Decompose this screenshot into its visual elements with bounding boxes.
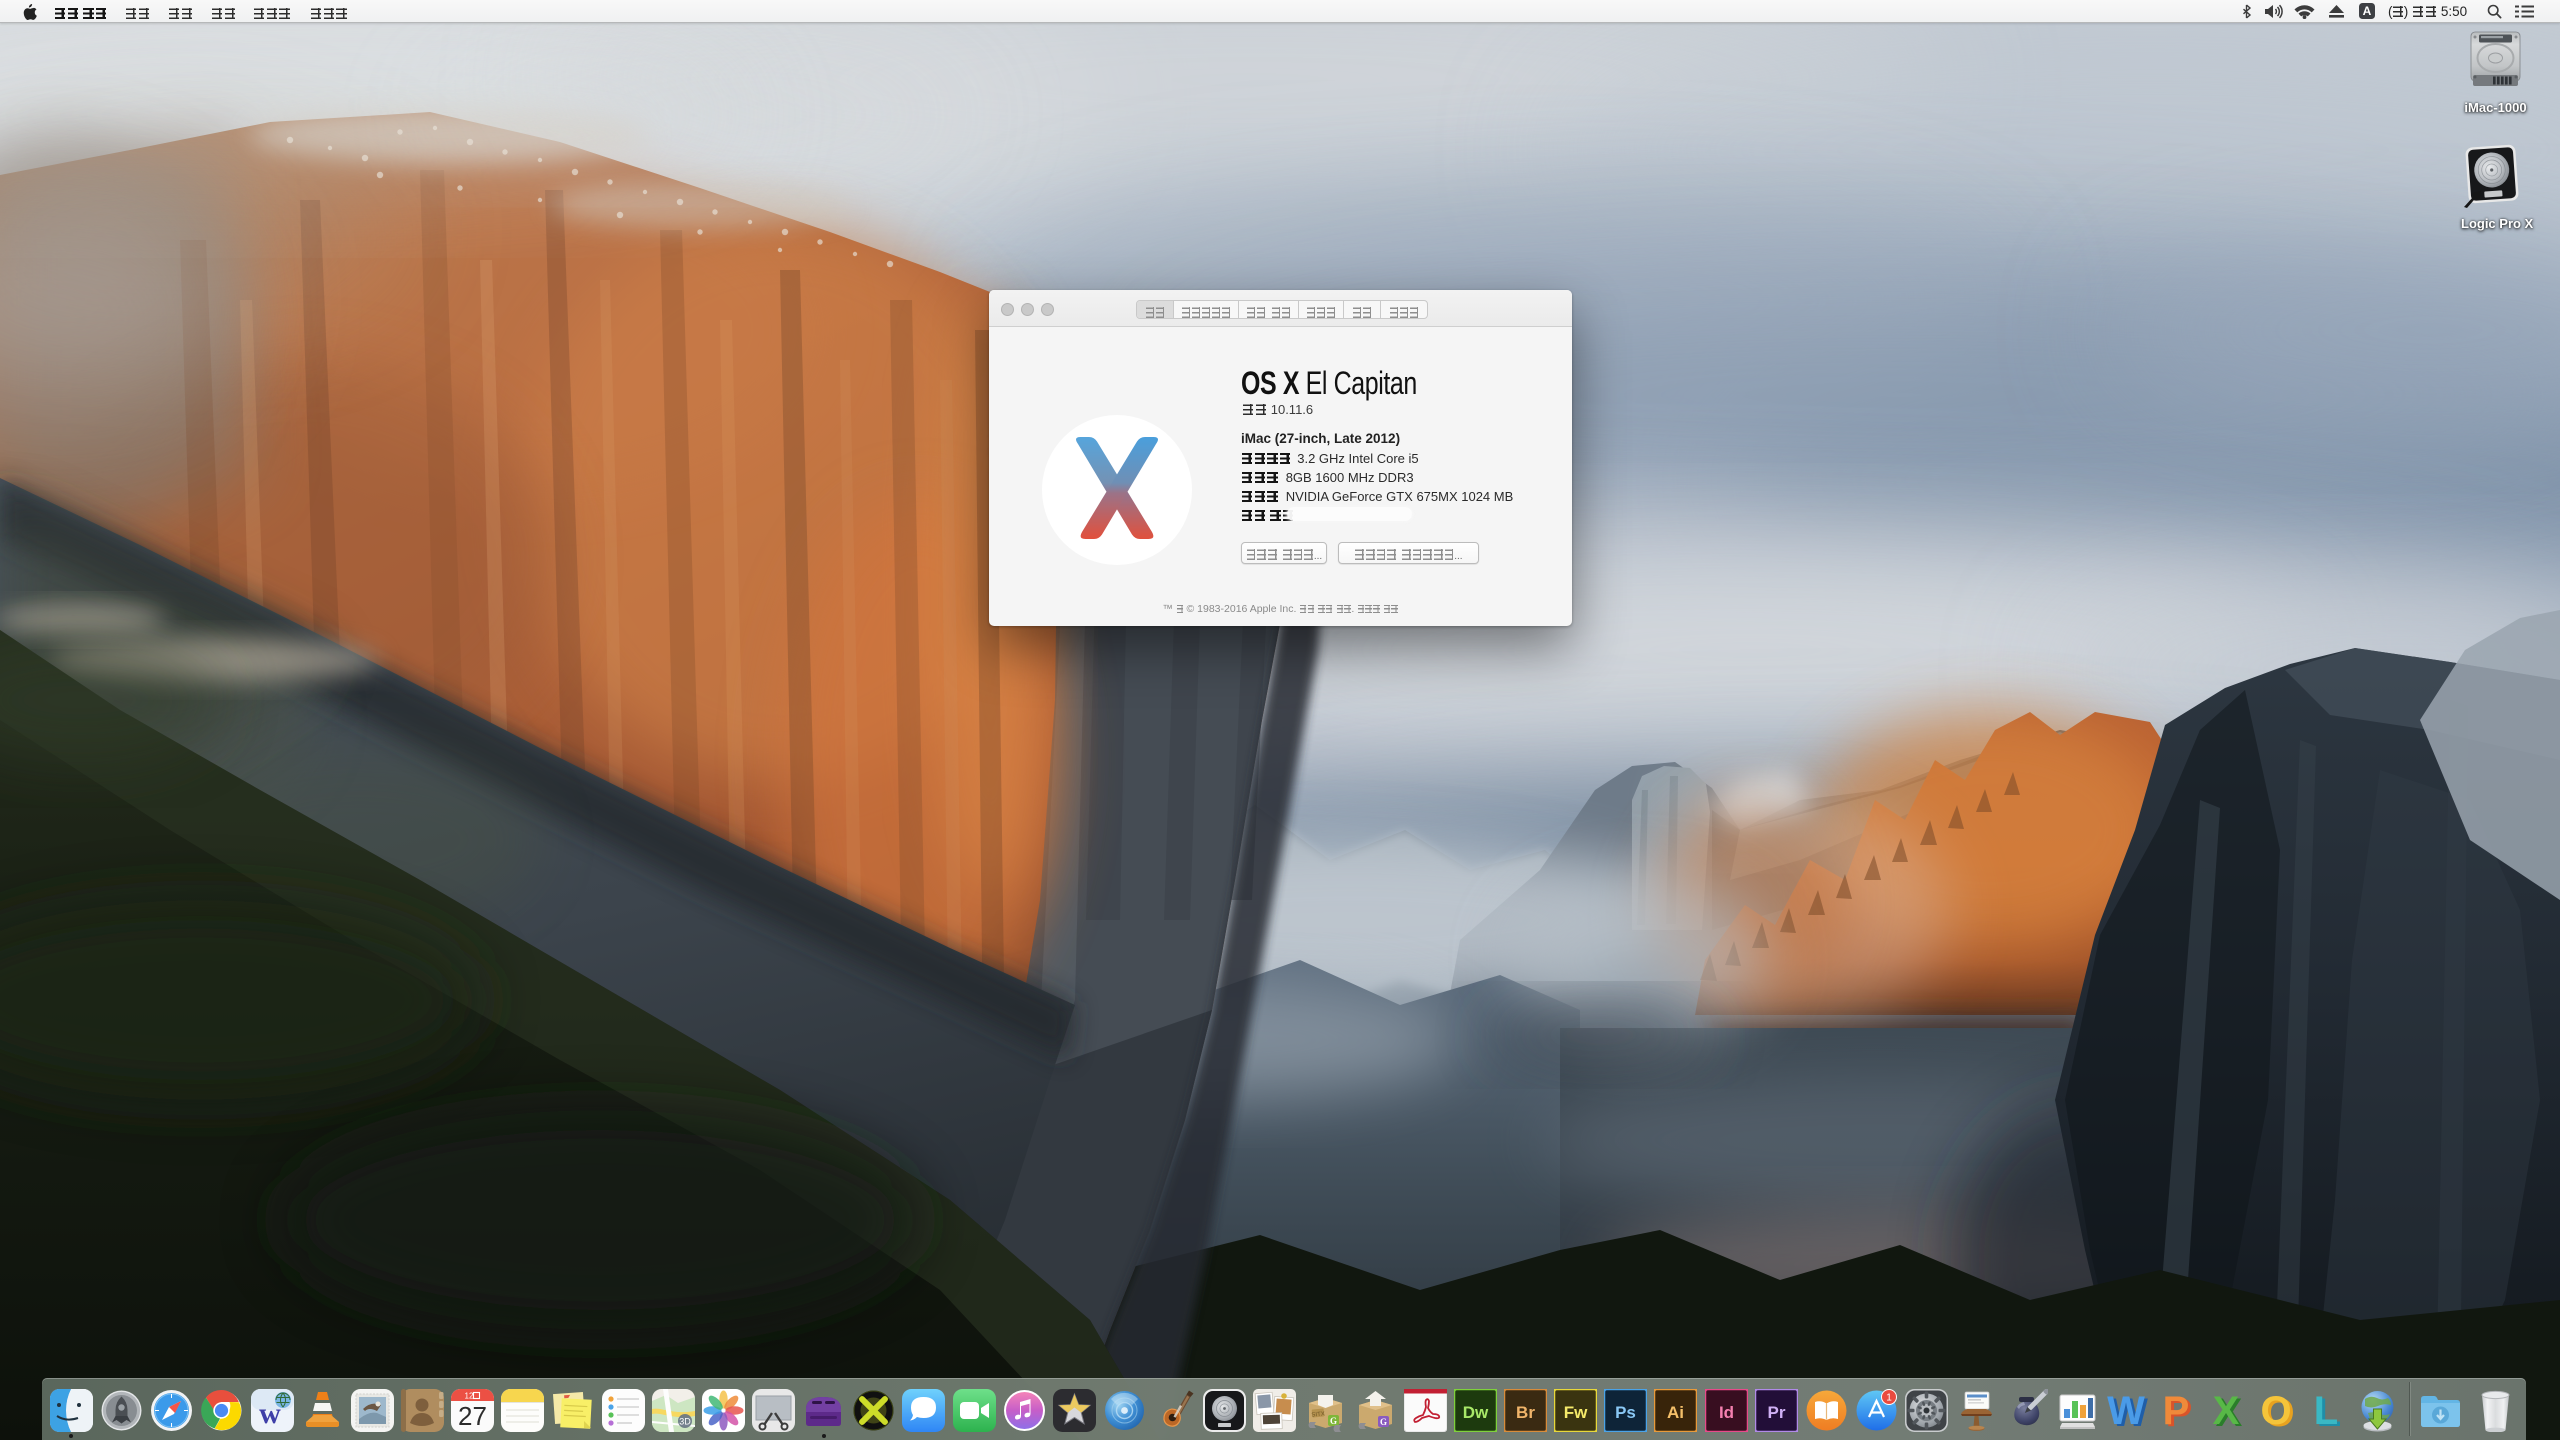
svg-text:G: G <box>1380 1417 1387 1427</box>
svg-text:X: X <box>2213 1389 2240 1432</box>
svg-text:P: P <box>2163 1389 2190 1432</box>
svg-text:Ps: Ps <box>1615 1403 1636 1422</box>
svg-text:Pr: Pr <box>1768 1403 1786 1422</box>
svg-text:W: W <box>2107 1389 2145 1432</box>
svg-text:27: 27 <box>458 1401 487 1431</box>
svg-text:O: O <box>2260 1389 2291 1432</box>
svg-text:Br: Br <box>1516 1403 1535 1422</box>
svg-text:L: L <box>2314 1389 2338 1432</box>
svg-text:Fw: Fw <box>1564 1403 1588 1422</box>
svg-text:3D: 3D <box>679 1417 691 1427</box>
svg-text:G: G <box>1330 1416 1337 1426</box>
svg-text:Id: Id <box>1719 1403 1734 1422</box>
svg-text:Dw: Dw <box>1463 1403 1489 1422</box>
svg-text:Ai: Ai <box>1667 1403 1684 1422</box>
svg-text:12: 12 <box>465 1392 474 1401</box>
svg-text:1: 1 <box>1886 1393 1892 1404</box>
